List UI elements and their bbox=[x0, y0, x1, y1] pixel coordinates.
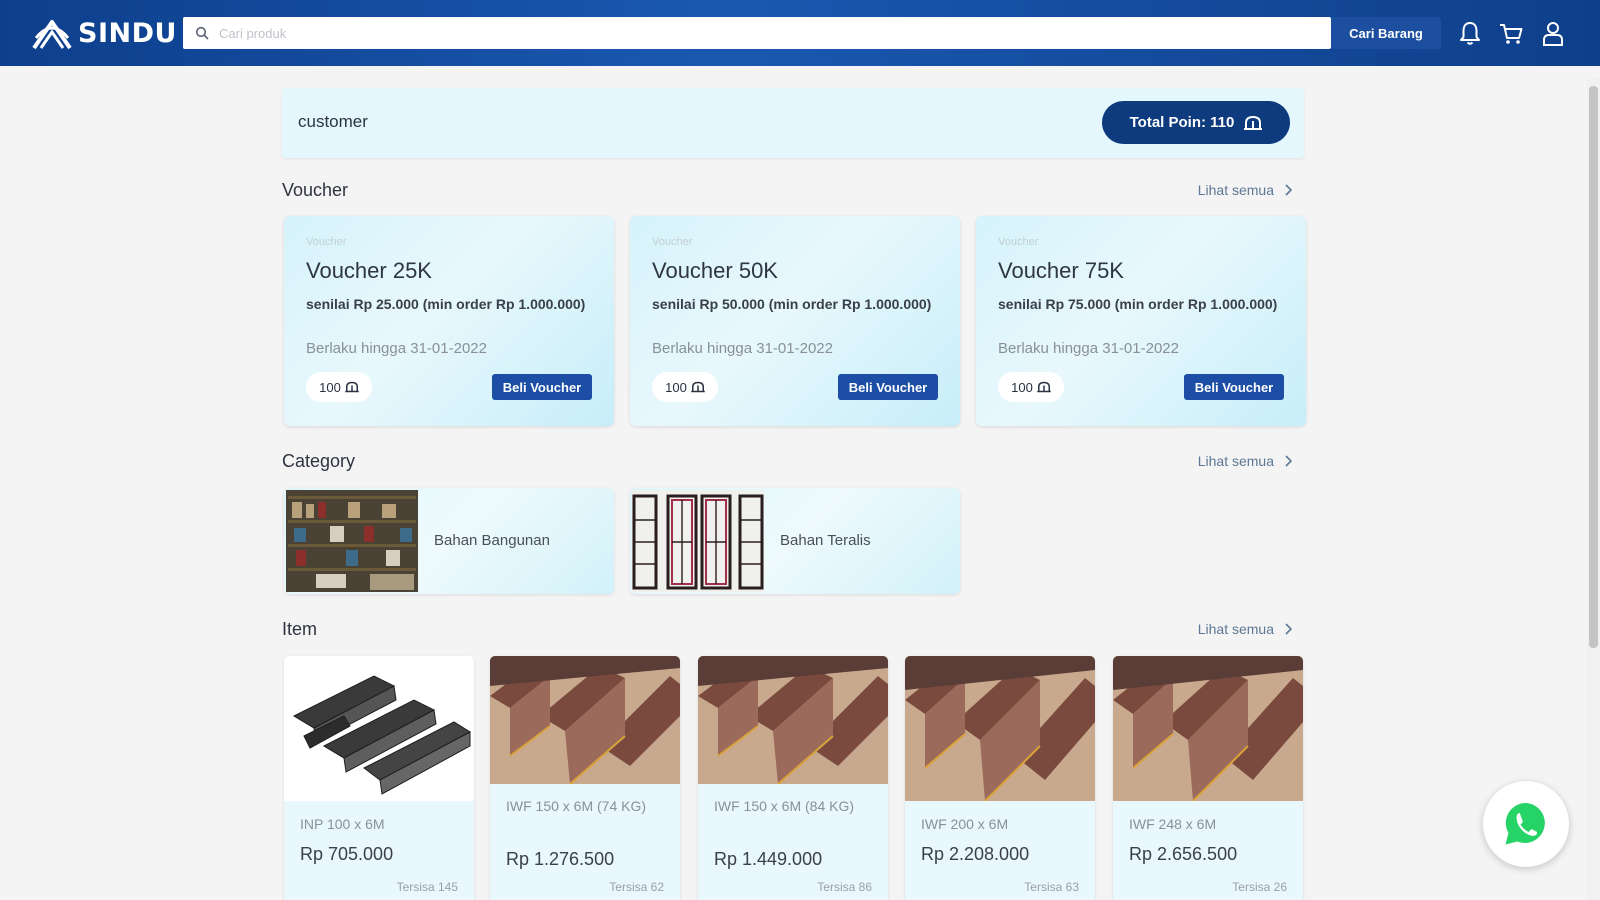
category-image-store-shelves bbox=[286, 490, 418, 592]
scrollbar-thumb[interactable] bbox=[1589, 86, 1598, 648]
voucher-points-badge: 100 bbox=[652, 372, 718, 402]
voucher-name: Voucher 75K bbox=[998, 258, 1124, 283]
product-price: Rp 2.208.000 bbox=[921, 844, 1030, 864]
product-card[interactable]: IWF 150 x 6M (74 KG) Rp 1.276.500 Tersis… bbox=[490, 656, 680, 900]
voucher-name: Voucher 25K bbox=[306, 258, 432, 283]
product-name: IWF 248 x 6M bbox=[1129, 816, 1217, 832]
voucher-see-all-link[interactable]: Lihat semua bbox=[1198, 182, 1292, 198]
search-icon bbox=[195, 26, 209, 40]
search-input[interactable] bbox=[219, 17, 1319, 49]
product-card[interactable]: IWF 150 x 6M (84 KG) Rp 1.449.000 Tersis… bbox=[698, 656, 888, 900]
voucher-description: senilai Rp 50.000 (min order Rp 1.000.00… bbox=[652, 296, 932, 312]
voucher-points-value: 100 bbox=[319, 379, 341, 395]
whatsapp-chat-button[interactable] bbox=[1483, 781, 1569, 867]
customer-panel: customer Total Poin: 110 bbox=[282, 88, 1304, 158]
voucher-validity: Berlaku hingga 31-01-2022 bbox=[998, 340, 1179, 357]
voucher-kicker: Voucher bbox=[998, 236, 1039, 248]
product-name: IWF 150 x 6M (74 KG) bbox=[506, 798, 647, 814]
buy-voucher-button[interactable]: Beli Voucher bbox=[1184, 374, 1284, 400]
product-card[interactable]: IWF 200 x 6M Rp 2.208.000 Tersisa 63 bbox=[905, 656, 1095, 900]
points-coin-icon bbox=[691, 381, 705, 393]
product-name: IWF 150 x 6M (84 KG) bbox=[714, 798, 855, 814]
points-coin-icon bbox=[345, 381, 359, 393]
voucher-kicker: Voucher bbox=[652, 236, 693, 248]
voucher-card: Voucher Voucher 50K senilai Rp 50.000 (m… bbox=[630, 216, 960, 426]
item-see-all-link[interactable]: Lihat semua bbox=[1198, 621, 1292, 637]
voucher-card: Voucher Voucher 75K senilai Rp 75.000 (m… bbox=[976, 216, 1306, 426]
product-image-iwf-beams bbox=[698, 656, 888, 784]
logo-text: SINDU bbox=[78, 17, 177, 49]
see-all-label: Lihat semua bbox=[1197, 182, 1274, 198]
product-image-iwf-beams bbox=[905, 656, 1095, 801]
see-all-label: Lihat semua bbox=[1197, 453, 1274, 469]
voucher-points-badge: 100 bbox=[306, 372, 372, 402]
voucher-validity: Berlaku hingga 31-01-2022 bbox=[652, 340, 833, 357]
category-card[interactable]: Bahan Bangunan bbox=[284, 488, 614, 594]
product-image-iwf-beams bbox=[1113, 656, 1303, 801]
category-image-window-grille bbox=[632, 490, 764, 592]
chevron-right-icon bbox=[1285, 184, 1292, 196]
logo-mountain-icon bbox=[32, 20, 72, 50]
bell-icon[interactable] bbox=[1455, 18, 1485, 48]
category-see-all-link[interactable]: Lihat semua bbox=[1198, 453, 1292, 469]
product-price: Rp 2.656.500 bbox=[1129, 844, 1238, 864]
customer-name: customer bbox=[298, 112, 368, 131]
product-stock: Tersisa 63 bbox=[1024, 880, 1079, 894]
product-image-iwf-beams bbox=[490, 656, 680, 784]
chevron-right-icon bbox=[1285, 623, 1292, 635]
voucher-section-title: Voucher bbox=[282, 180, 349, 200]
voucher-validity: Berlaku hingga 31-01-2022 bbox=[306, 340, 487, 357]
cart-icon[interactable] bbox=[1496, 18, 1526, 48]
points-coin-icon bbox=[1037, 381, 1051, 393]
voucher-card: Voucher Voucher 25K senilai Rp 25.000 (m… bbox=[284, 216, 614, 426]
voucher-points-badge: 100 bbox=[998, 372, 1064, 402]
voucher-points-value: 100 bbox=[1011, 379, 1033, 395]
chevron-right-icon bbox=[1285, 455, 1292, 467]
product-price: Rp 1.449.000 bbox=[714, 849, 823, 869]
product-stock: Tersisa 26 bbox=[1232, 880, 1287, 894]
buy-voucher-button[interactable]: Beli Voucher bbox=[838, 374, 938, 400]
product-card[interactable]: IWF 248 x 6M Rp 2.656.500 Tersisa 26 bbox=[1113, 656, 1303, 900]
category-card[interactable]: Bahan Teralis bbox=[630, 488, 960, 594]
product-name: INP 100 x 6M bbox=[300, 816, 385, 832]
product-stock: Tersisa 86 bbox=[817, 880, 872, 894]
voucher-description: senilai Rp 25.000 (min order Rp 1.000.00… bbox=[306, 296, 586, 312]
item-section-title: Item bbox=[282, 619, 318, 639]
total-points-button[interactable]: Total Poin: 110 bbox=[1102, 101, 1290, 144]
category-section-title: Category bbox=[282, 451, 356, 471]
category-label: Bahan Bangunan bbox=[434, 532, 550, 549]
search-box bbox=[183, 17, 1331, 49]
see-all-label: Lihat semua bbox=[1197, 621, 1274, 637]
voucher-kicker: Voucher bbox=[306, 236, 347, 248]
product-stock: Tersisa 145 bbox=[396, 880, 458, 894]
user-icon[interactable] bbox=[1538, 18, 1568, 48]
points-coin-icon bbox=[1244, 115, 1263, 130]
product-card[interactable]: INP 100 x 6M Rp 705.000 Tersisa 145 bbox=[284, 656, 474, 900]
whatsapp-icon bbox=[1505, 802, 1545, 845]
voucher-name: Voucher 50K bbox=[652, 258, 778, 283]
logo[interactable]: SINDU bbox=[32, 16, 177, 50]
product-price: Rp 1.276.500 bbox=[506, 849, 615, 869]
product-name: IWF 200 x 6M bbox=[921, 816, 1009, 832]
search-button[interactable]: Cari Barang bbox=[1331, 17, 1441, 49]
buy-voucher-button[interactable]: Beli Voucher bbox=[492, 374, 592, 400]
product-price: Rp 705.000 bbox=[300, 844, 394, 864]
page-scrollbar[interactable] bbox=[1587, 78, 1600, 900]
total-points-label: Total Poin: 110 bbox=[1129, 114, 1235, 131]
category-label: Bahan Teralis bbox=[780, 532, 871, 549]
top-navbar: SINDU Cari Barang bbox=[0, 0, 1600, 66]
product-stock: Tersisa 62 bbox=[609, 880, 664, 894]
voucher-points-value: 100 bbox=[665, 379, 687, 395]
product-image-steel-channel bbox=[284, 656, 474, 801]
voucher-description: senilai Rp 75.000 (min order Rp 1.000.00… bbox=[998, 296, 1278, 312]
